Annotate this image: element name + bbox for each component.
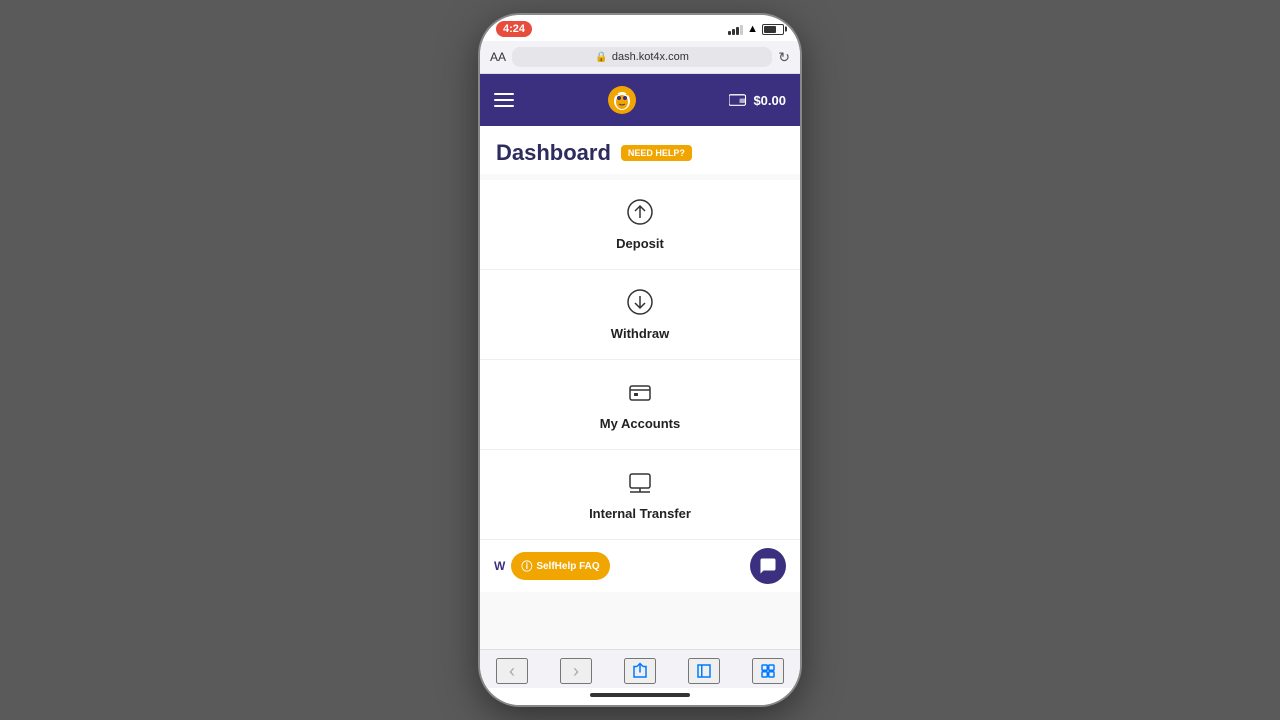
self-help-icon: ⓘ: [521, 558, 532, 574]
safari-forward-button[interactable]: ›: [560, 658, 592, 684]
withdraw-icon: [626, 288, 654, 321]
wallet-balance[interactable]: $0.00: [729, 93, 786, 108]
page-header: Dashboard NEED HELP?: [480, 126, 800, 174]
lock-icon: 🔒: [595, 52, 607, 63]
safari-toolbar: ‹ ›: [480, 649, 800, 688]
wifi-icon: ▲: [747, 23, 758, 35]
need-help-badge[interactable]: NEED HELP?: [621, 145, 692, 161]
phone-frame: 4:24 ▲ AA 🔒 dash.kot4x.com ↻: [480, 15, 800, 705]
deposit-label: Deposit: [616, 236, 664, 251]
safari-bookmarks-button[interactable]: [688, 658, 720, 684]
nav-header: $0.00: [480, 74, 800, 126]
my-accounts-menu-item[interactable]: My Accounts: [480, 360, 800, 450]
internal-transfer-menu-item[interactable]: Internal Transfer: [480, 450, 800, 539]
bottom-area: W ⓘ SelfHelp FAQ: [480, 539, 800, 592]
withdraw-menu-item[interactable]: Withdraw: [480, 270, 800, 360]
internal-transfer-icon: [626, 468, 654, 501]
app-content: $0.00 Dashboard NEED HELP?: [480, 74, 800, 649]
menu-list: Deposit Withdraw: [480, 180, 800, 539]
browser-bar: AA 🔒 dash.kot4x.com ↻: [480, 41, 800, 74]
safari-back-button[interactable]: ‹: [496, 658, 528, 684]
status-time: 4:24: [496, 21, 532, 37]
logo-icon: [606, 84, 638, 116]
wallet-icon: [729, 93, 747, 107]
browser-url-text: dash.kot4x.com: [612, 51, 689, 63]
chat-button[interactable]: [750, 548, 786, 584]
withdraw-label: Withdraw: [611, 326, 669, 341]
deposit-menu-item[interactable]: Deposit: [480, 180, 800, 270]
signal-bars-icon: [728, 23, 743, 35]
my-accounts-icon: [626, 378, 654, 411]
internal-transfer-label: Internal Transfer: [589, 506, 691, 521]
status-icons: ▲: [728, 23, 784, 35]
refresh-icon[interactable]: ↻: [778, 49, 790, 66]
status-bar: 4:24 ▲: [480, 15, 800, 41]
home-indicator: [480, 688, 800, 705]
deposit-icon: [626, 198, 654, 231]
page-title: Dashboard: [496, 140, 611, 166]
battery-icon: [762, 24, 784, 35]
safari-tabs-button[interactable]: [752, 658, 784, 684]
chat-icon: [759, 557, 777, 575]
browser-url-bar[interactable]: 🔒 dash.kot4x.com: [512, 47, 772, 67]
page-content: Dashboard NEED HELP? Deposit: [480, 126, 800, 649]
self-help-faq-button[interactable]: ⓘ SelfHelp FAQ: [511, 552, 609, 580]
browser-aa-label[interactable]: AA: [490, 50, 506, 64]
my-accounts-label: My Accounts: [600, 416, 680, 431]
app-logo: [606, 84, 638, 116]
safari-share-button[interactable]: [624, 658, 656, 684]
home-bar: [590, 693, 690, 697]
partial-text: W: [494, 559, 505, 573]
hamburger-menu-button[interactable]: [494, 93, 514, 107]
